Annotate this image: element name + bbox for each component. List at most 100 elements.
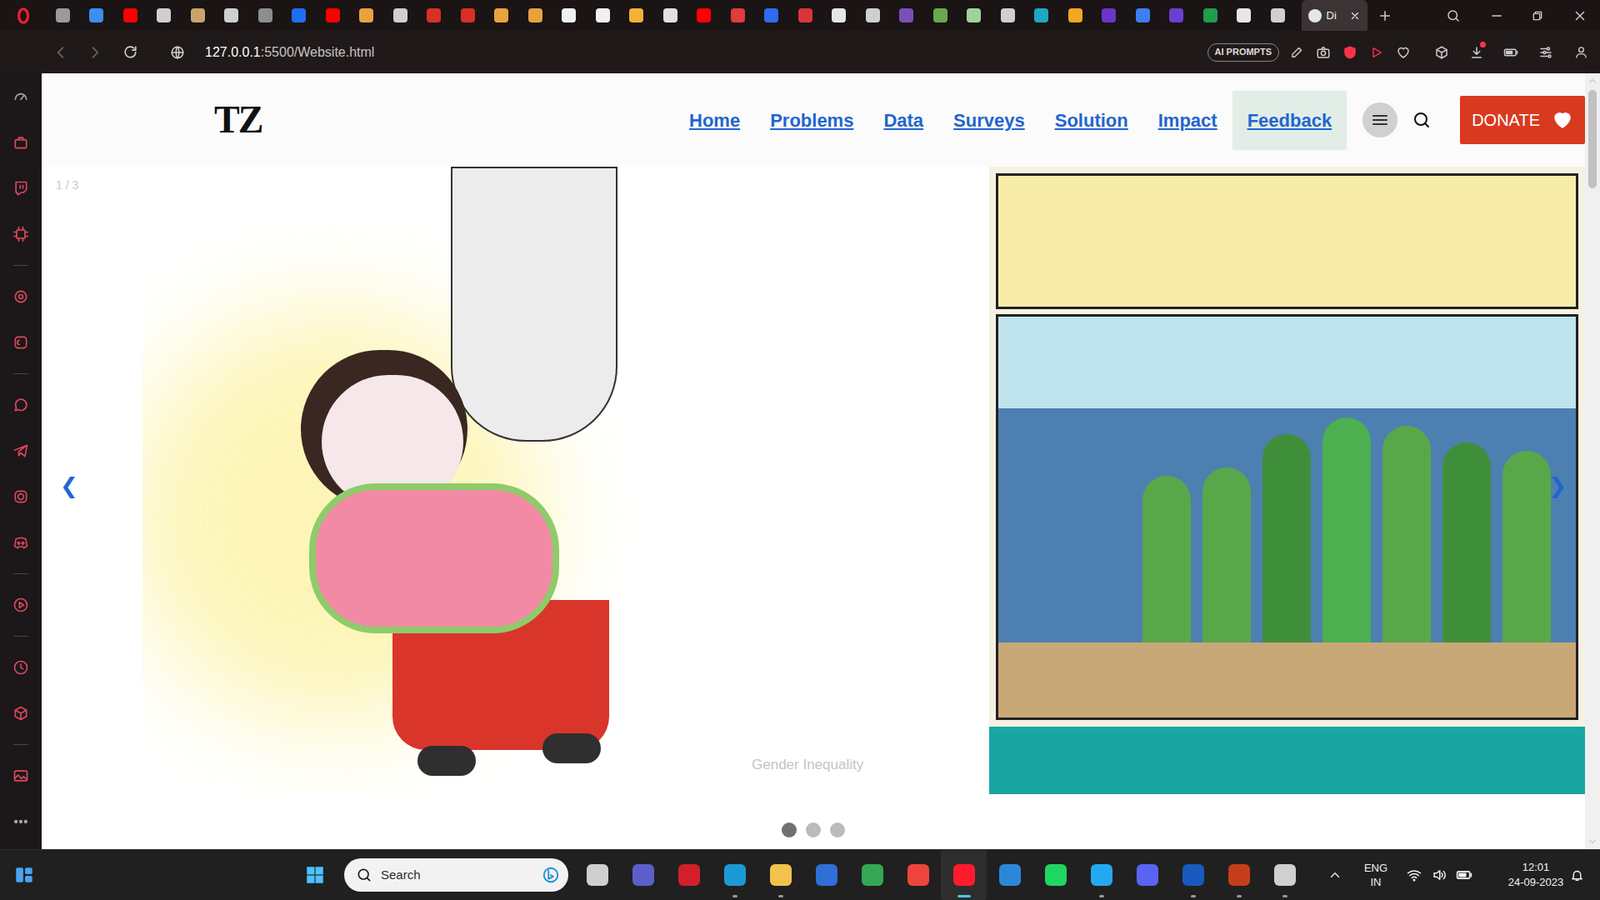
shopping-icon[interactable] [0, 119, 42, 165]
browser-tab[interactable] [248, 0, 283, 31]
donate-button[interactable]: DONATE [1460, 95, 1585, 145]
instagram-icon[interactable] [0, 473, 42, 520]
nav-link[interactable]: Feedback [1232, 90, 1348, 150]
browser-tab[interactable] [485, 0, 520, 31]
slide-dot[interactable] [781, 822, 797, 838]
app-icon[interactable] [861, 864, 884, 886]
browser-tab[interactable] [1058, 0, 1093, 31]
nav-link-label[interactable]: Problems [770, 110, 854, 131]
tab-search-icon[interactable] [1440, 0, 1467, 31]
browser-tab[interactable] [788, 0, 823, 31]
taskbar-app[interactable] [803, 850, 850, 900]
browser-tab[interactable] [45, 0, 80, 31]
player-icon[interactable] [0, 581, 42, 628]
date[interactable]: 24-09-2023 [1508, 875, 1565, 890]
browser-tab[interactable] [687, 0, 722, 31]
search-icon[interactable] [355, 866, 373, 884]
taskbar-search[interactable]: Search [344, 858, 569, 892]
widgets-icon[interactable] [11, 864, 37, 886]
browser-tab[interactable]: Di [1301, 0, 1368, 31]
site-search-icon[interactable] [1411, 110, 1432, 130]
taskbar-app[interactable] [665, 850, 712, 900]
browser-tab[interactable] [552, 0, 587, 31]
taskbar-app[interactable] [1170, 850, 1216, 900]
taskbar-app[interactable] [711, 850, 758, 900]
history-icon[interactable] [0, 644, 42, 690]
browser-tab[interactable] [720, 0, 755, 31]
slide-dot[interactable] [830, 822, 845, 838]
browser-tab[interactable] [1193, 0, 1228, 31]
scrollbar-thumb[interactable] [1588, 90, 1597, 189]
language[interactable]: ENG [1364, 860, 1388, 875]
scroll-down-icon[interactable] [1587, 836, 1598, 847]
next-slide-button[interactable]: ❯ [1543, 466, 1572, 506]
app-icon[interactable] [1182, 864, 1205, 886]
nav-link-label[interactable]: Feedback [1247, 110, 1333, 131]
browser-tab[interactable] [215, 0, 250, 31]
reload-icon[interactable] [122, 44, 139, 60]
browser-tab[interactable] [80, 0, 115, 31]
battery-saver-icon[interactable] [1497, 45, 1525, 60]
url-field[interactable]: 127.0.0.1:5500/Website.html [205, 42, 375, 63]
browser-tab[interactable] [585, 0, 620, 31]
extensions-icon[interactable] [1428, 45, 1455, 60]
nav-link-label[interactable]: Data [883, 110, 924, 131]
whatsapp-icon[interactable] [0, 381, 42, 428]
site-info-icon[interactable] [170, 45, 185, 60]
forward-icon[interactable] [86, 44, 104, 61]
chatgpt-icon[interactable] [0, 273, 42, 320]
taskbar-app[interactable] [620, 850, 666, 900]
speed-dial-icon[interactable] [0, 73, 42, 120]
twitch-icon[interactable] [0, 165, 42, 211]
taskbar-app[interactable] [895, 850, 941, 900]
wifi-icon[interactable] [1404, 867, 1425, 883]
app-icon[interactable] [1090, 864, 1113, 886]
browser-tab[interactable] [890, 0, 925, 31]
browser-tab[interactable] [315, 0, 350, 31]
nav-link-label[interactable]: Impact [1158, 110, 1218, 131]
taskbar-app[interactable] [757, 850, 804, 900]
taskbar-app[interactable] [1078, 850, 1125, 900]
chip-icon[interactable] [0, 210, 42, 257]
clock[interactable]: 12:0124-09-2023 [1503, 860, 1569, 890]
browser-tab[interactable] [855, 0, 890, 31]
browser-tab[interactable] [755, 0, 790, 31]
site-logo[interactable]: TZ [214, 100, 262, 140]
browser-tab[interactable] [1025, 0, 1060, 31]
app-icon[interactable] [1228, 864, 1250, 886]
region[interactable]: IN [1370, 875, 1382, 890]
browser-tab[interactable] [147, 0, 182, 31]
browser-tab[interactable] [180, 0, 215, 31]
app-icon[interactable] [1274, 864, 1296, 886]
nav-link[interactable]: Home [674, 90, 755, 150]
profile-icon[interactable] [1567, 45, 1595, 60]
slide-dot[interactable] [805, 822, 821, 838]
browser-tab[interactable] [417, 0, 452, 31]
browser-tab[interactable] [450, 0, 485, 31]
search-placeholder[interactable]: Search [380, 865, 421, 885]
taskbar-app[interactable] [1124, 850, 1170, 900]
app-icon[interactable] [1136, 864, 1159, 886]
new-tab-icon[interactable] [1371, 0, 1399, 31]
nav-link[interactable]: Surveys [938, 90, 1040, 150]
taskbar-app[interactable] [1215, 850, 1262, 900]
volume-icon[interactable] [1429, 867, 1450, 883]
browser-tab[interactable] [990, 0, 1025, 31]
pinboard-icon[interactable] [0, 690, 42, 736]
prev-slide-button[interactable]: ❮ [55, 466, 84, 506]
battery-icon[interactable] [1454, 866, 1475, 884]
browser-tab[interactable] [822, 0, 857, 31]
hamburger-icon[interactable] [1370, 110, 1390, 130]
adblock-icon[interactable] [1336, 45, 1364, 60]
app-icon[interactable] [907, 864, 930, 886]
nav-link-label[interactable]: Surveys [953, 110, 1025, 131]
nav-link-label[interactable]: Solution [1055, 110, 1129, 131]
taskbar-app[interactable] [1261, 850, 1308, 900]
app-icon[interactable] [999, 864, 1021, 886]
back-icon[interactable] [52, 44, 70, 61]
browser-tab[interactable] [1092, 0, 1127, 31]
browser-tab[interactable] [653, 0, 688, 31]
gallery-icon[interactable] [0, 752, 42, 799]
opera-logo-icon[interactable] [14, 6, 33, 25]
snapshot-icon[interactable] [1310, 45, 1337, 60]
